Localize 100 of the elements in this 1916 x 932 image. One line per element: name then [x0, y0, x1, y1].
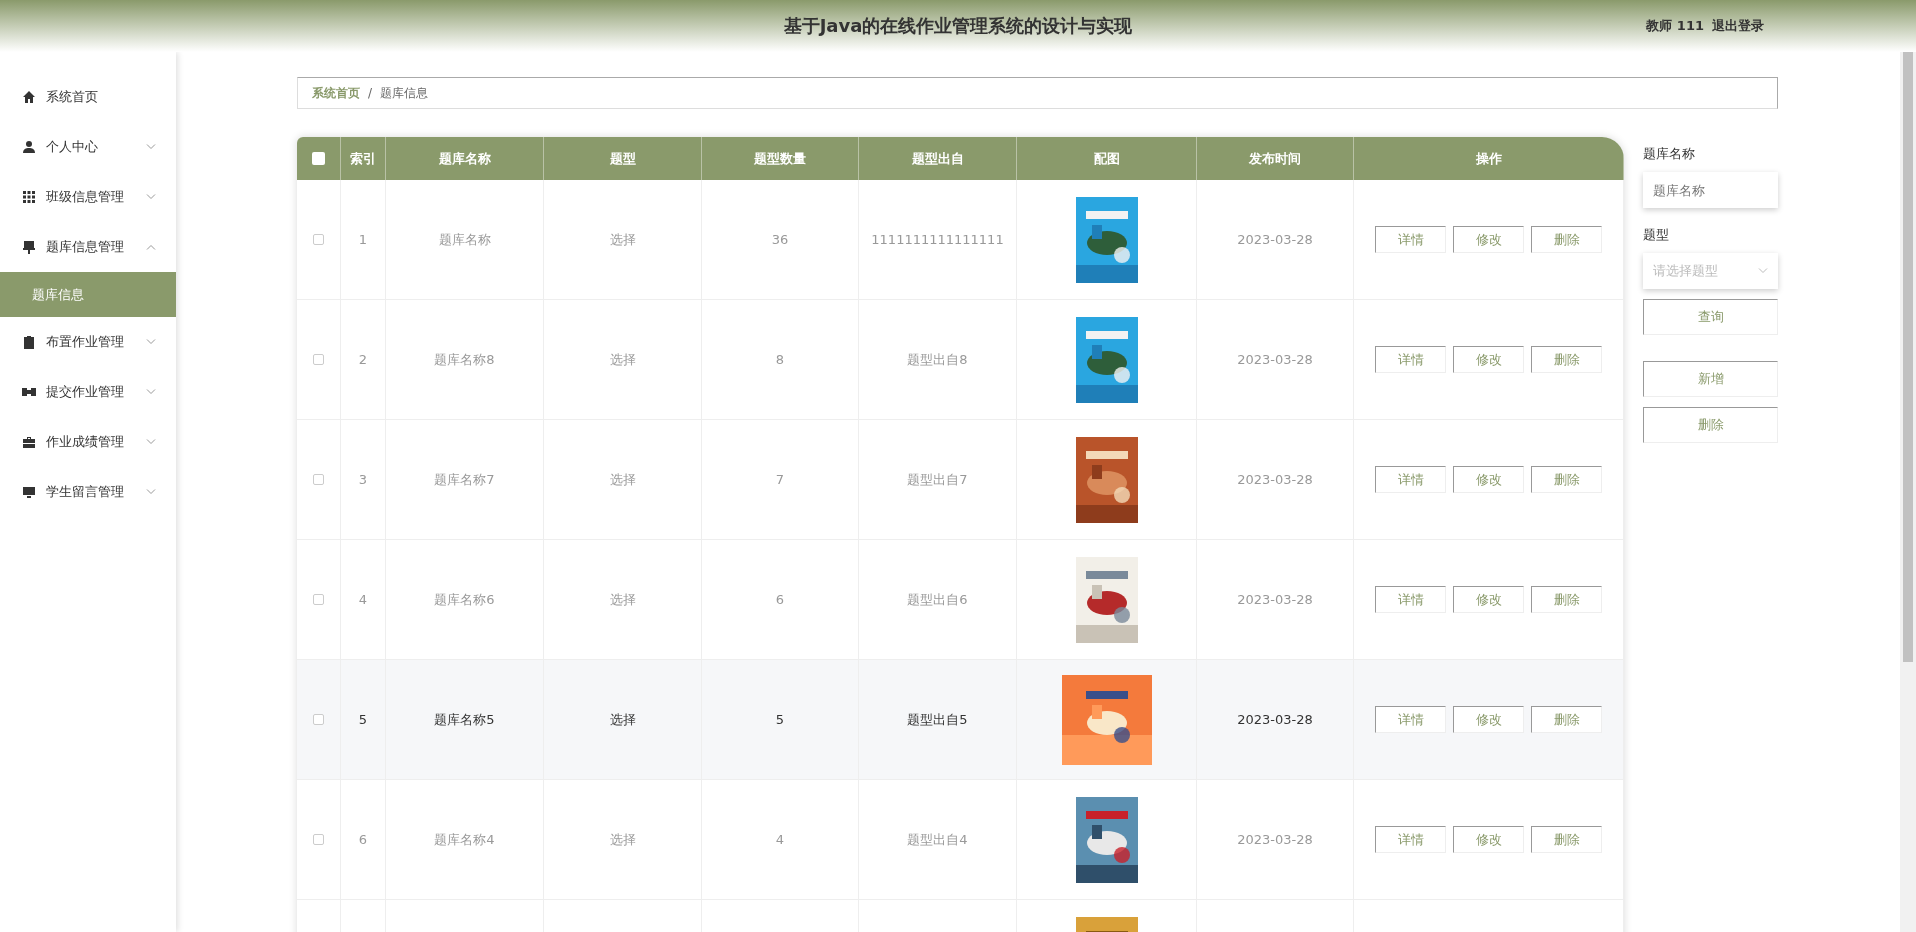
add-button[interactable]: 新增	[1643, 361, 1778, 397]
table-cell: 题型出自8	[907, 350, 968, 369]
table-cell: 3	[358, 472, 368, 487]
sidebar-item[interactable]: 系统首页	[0, 72, 176, 122]
table-cell: 选择	[609, 350, 636, 369]
table-cell: 题库名称4	[434, 830, 495, 849]
user-icon	[22, 140, 36, 154]
column-header: 发布时间	[1249, 149, 1301, 168]
ticket-icon	[22, 385, 36, 399]
sidebar-item[interactable]: 题库信息管理	[0, 222, 176, 272]
table-cell: 8	[775, 352, 785, 367]
column-header: 题型数量	[754, 149, 806, 168]
delete-button[interactable]: 删除	[1531, 346, 1602, 373]
table-cell: 题库名称	[438, 230, 491, 249]
grid-icon	[22, 190, 36, 204]
delete-button[interactable]: 删除	[1531, 226, 1602, 253]
details-button[interactable]: 详情	[1375, 586, 1446, 613]
type-select[interactable]: 请选择题型	[1643, 253, 1778, 289]
details-button[interactable]: 详情	[1375, 706, 1446, 733]
table-cell: 1111111111111111	[871, 232, 1004, 247]
breadcrumb-link[interactable]: 题库信息	[380, 84, 429, 102]
column-header: 题型出自	[911, 149, 964, 168]
row-checkbox[interactable]	[313, 834, 324, 845]
details-button[interactable]: 详情	[1375, 226, 1446, 253]
delete-button[interactable]: 删除	[1531, 826, 1602, 853]
table-cell: 题型出自7	[907, 470, 968, 489]
table-cell: 4	[358, 592, 368, 607]
monitor-icon	[22, 485, 36, 499]
column-header: 操作	[1475, 149, 1502, 168]
table-cell: 2023-03-28	[1237, 352, 1313, 367]
table-cell: 36	[771, 232, 789, 247]
field-label: 题型	[1643, 226, 1670, 244]
details-button[interactable]: 详情	[1375, 466, 1446, 493]
logout-link[interactable]: 退出登录	[1712, 17, 1764, 35]
home-icon	[22, 90, 36, 104]
row-checkbox[interactable]	[313, 594, 324, 605]
table-cell: 题库名称8	[434, 350, 495, 369]
field-label: 题库名称	[1643, 145, 1696, 163]
name-search-field[interactable]: 题库名称	[1643, 172, 1778, 208]
sidebar-item[interactable]: 班级信息管理	[0, 172, 176, 222]
table-cell: 选择	[609, 710, 636, 729]
briefcase-icon	[22, 435, 36, 449]
table-cell: 4	[775, 832, 785, 847]
table-cell: 选择	[609, 470, 636, 489]
row-checkbox[interactable]	[313, 234, 324, 245]
table-cell: 题型出自4	[907, 830, 968, 849]
sidebar-subitem[interactable]: 题库信息	[0, 272, 176, 317]
table-cell: 2023-03-28	[1237, 592, 1313, 607]
table-cell: 选择	[609, 230, 636, 249]
row-checkbox[interactable]	[313, 354, 324, 365]
column-header: 题库名称	[438, 149, 491, 168]
clipboard-icon	[22, 335, 36, 349]
sidebar-item[interactable]: 个人中心	[0, 122, 176, 172]
edit-button[interactable]: 修改	[1453, 466, 1524, 493]
chevron-down-icon	[1758, 268, 1768, 274]
edit-button[interactable]: 修改	[1453, 706, 1524, 733]
sidebar-item[interactable]: 作业成绩管理	[0, 417, 176, 467]
table-cell: 6	[358, 832, 368, 847]
delete-button[interactable]: 删除	[1643, 407, 1778, 443]
sidebar-item[interactable]: 布置作业管理	[0, 317, 176, 367]
table-cell: 6	[775, 592, 785, 607]
scrollbar-thumb[interactable]	[1903, 52, 1913, 662]
table-cell: 题型出自5	[907, 710, 968, 729]
table-cell: 7	[775, 472, 785, 487]
table-cell: 1	[358, 232, 368, 247]
table-cell: 题型出自6	[907, 590, 968, 609]
table-cell: 题库名称6	[434, 590, 495, 609]
breadcrumb-link[interactable]: 系统首页	[312, 84, 360, 102]
edit-button[interactable]: 修改	[1453, 826, 1524, 853]
table-cell: 选择	[609, 830, 636, 849]
table-cell: 5	[358, 712, 368, 727]
breadcrumb-separator: /	[368, 86, 373, 100]
row-checkbox[interactable]	[313, 714, 324, 725]
select-all-checkbox[interactable]	[312, 152, 325, 165]
edit-button[interactable]: 修改	[1453, 226, 1524, 253]
delete-button[interactable]: 删除	[1531, 586, 1602, 613]
table-cell: 题库名称5	[434, 710, 495, 729]
user-label: 教师 111	[1646, 17, 1704, 35]
sidebar-item[interactable]: 学生留言管理	[0, 467, 176, 517]
query-button[interactable]: 查询	[1643, 299, 1778, 335]
edit-button[interactable]: 修改	[1453, 586, 1524, 613]
delete-button[interactable]: 删除	[1531, 706, 1602, 733]
table-cell: 2023-03-28	[1237, 712, 1313, 727]
table-cell: 2	[358, 352, 368, 367]
column-header: 索引	[350, 149, 376, 168]
column-header: 配图	[1093, 149, 1120, 168]
details-button[interactable]: 详情	[1375, 826, 1446, 853]
edit-button[interactable]: 修改	[1453, 346, 1524, 373]
delete-button[interactable]: 删除	[1531, 466, 1602, 493]
column-header: 题型	[609, 149, 636, 168]
app-title: 基于Java的在线作业管理系统的设计与实现	[783, 15, 1133, 36]
details-button[interactable]: 详情	[1375, 346, 1446, 373]
table-cell: 2023-03-28	[1237, 832, 1313, 847]
table-cell: 题库名称7	[434, 470, 495, 489]
table-cell: 2023-03-28	[1237, 232, 1313, 247]
row-checkbox[interactable]	[313, 474, 324, 485]
table-cell: 选择	[609, 590, 636, 609]
pin-icon	[22, 240, 36, 254]
table-cell: 2023-03-28	[1237, 472, 1313, 487]
sidebar-item[interactable]: 提交作业管理	[0, 367, 176, 417]
